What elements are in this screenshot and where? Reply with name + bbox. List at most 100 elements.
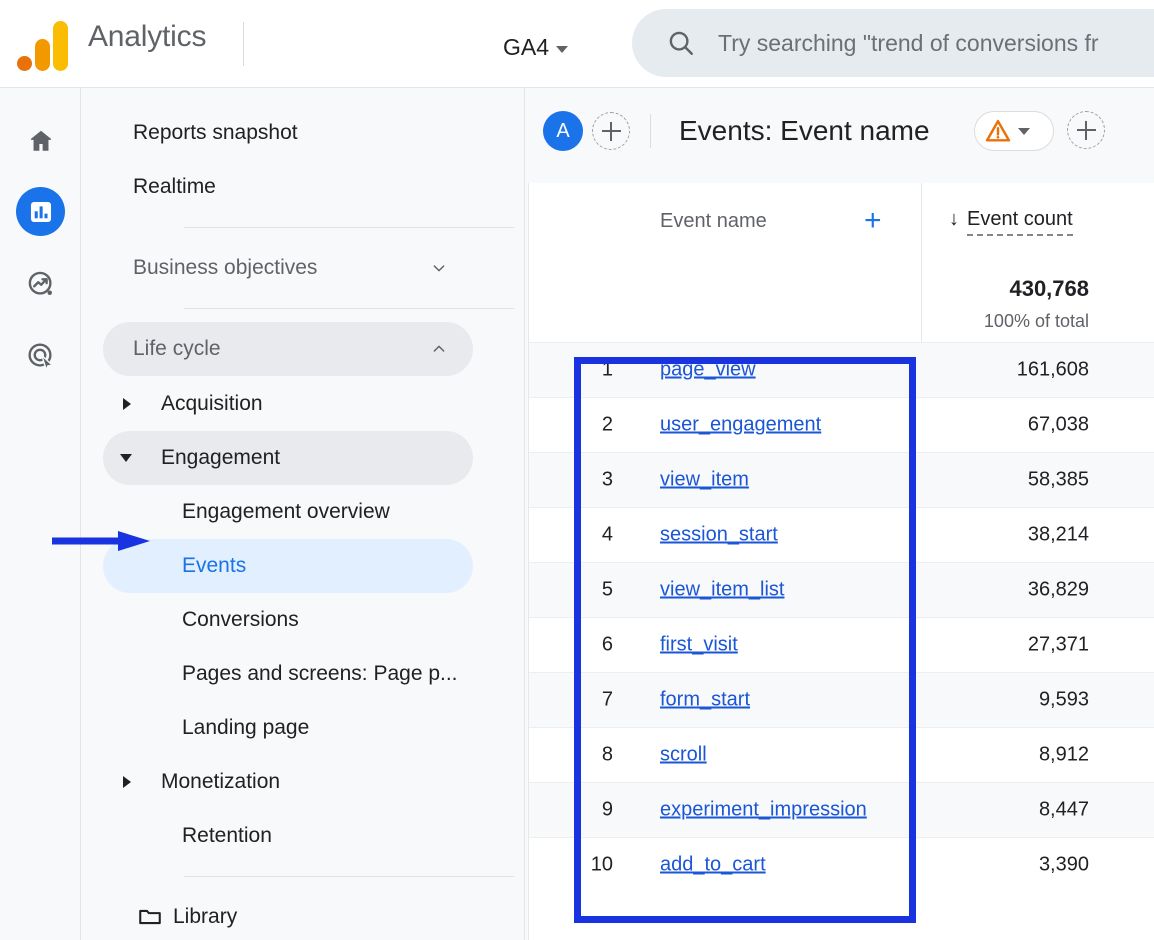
total-percent-note: 100% of total	[983, 311, 1089, 331]
event-name-link[interactable]: add_to_cart	[660, 854, 766, 877]
sidebar-item-label: Reports snapshot	[133, 121, 298, 144]
report-header: A Events: Event name	[525, 88, 1154, 183]
sidebar-separator	[184, 876, 514, 877]
data-warning-selector[interactable]	[974, 111, 1054, 151]
table-row[interactable]: 2 user_engagement 67,038	[529, 397, 1154, 452]
column-divider	[921, 183, 922, 266]
table-row[interactable]: 10 add_to_cart 3,390	[529, 837, 1154, 892]
triangle-right-icon	[123, 398, 131, 410]
advertising-icon	[27, 342, 54, 371]
sidebar-nav: Reports snapshot Realtime Business objec…	[81, 88, 525, 940]
column-header-event-count[interactable]: ↓ Event count	[949, 208, 1073, 236]
add-secondary-dimension-button[interactable]: +	[864, 206, 882, 236]
sidebar-item-engagement[interactable]: Engagement	[103, 431, 473, 485]
event-name-link[interactable]: view_item_list	[660, 579, 784, 602]
add-dimension-button[interactable]	[1067, 111, 1105, 149]
row-rank: 9	[601, 798, 613, 821]
table-row[interactable]: 7 form_start 9,593	[529, 672, 1154, 727]
sidebar-item-label: Library	[173, 905, 238, 928]
sidebar-item-retention[interactable]: Retention	[103, 809, 473, 863]
table-row[interactable]: 6 first_visit 27,371	[529, 617, 1154, 672]
sidebar-item-label: Landing page	[182, 716, 310, 739]
row-rank: 5	[601, 578, 613, 601]
triangle-right-icon	[123, 776, 131, 788]
row-rank: 1	[601, 358, 613, 381]
table-totals-row: 430,768 100% of total	[529, 266, 1154, 342]
explore-icon	[28, 271, 52, 295]
sidebar-item-conversions[interactable]: Conversions	[103, 593, 473, 647]
google-analytics-logo-icon	[14, 17, 70, 73]
sidebar-item-acquisition[interactable]: Acquisition	[103, 377, 473, 431]
column-header-label: Event count	[967, 208, 1073, 236]
sidebar-item-label: Monetization	[161, 770, 281, 793]
page-title: Events: Event name	[679, 115, 930, 146]
header-divider	[650, 114, 651, 148]
chevron-down-icon	[433, 265, 445, 272]
event-name-link[interactable]: first_visit	[660, 634, 738, 657]
chevron-down-icon	[1018, 127, 1030, 135]
event-name-link[interactable]: session_start	[660, 524, 778, 547]
event-name-link[interactable]: experiment_impression	[660, 799, 867, 822]
table-row[interactable]: 5 view_item_list 36,829	[529, 562, 1154, 617]
sidebar-item-label: Engagement	[161, 446, 281, 469]
sidebar-item-engagement-overview[interactable]: Engagement overview	[103, 485, 473, 539]
sidebar-item-label: Realtime	[133, 175, 216, 198]
sidebar-group-business-objectives[interactable]: Business objectives	[103, 241, 473, 295]
table-row[interactable]: 9 experiment_impression 8,447	[529, 782, 1154, 837]
total-value: 430,768	[1009, 276, 1089, 301]
search-bar[interactable]: Try searching "trend of conversions fr	[632, 9, 1154, 77]
event-count-value: 58,385	[1027, 468, 1089, 491]
row-rank: 3	[601, 468, 613, 491]
sidebar-item-realtime[interactable]: Realtime	[103, 160, 473, 214]
event-name-link[interactable]: form_start	[660, 689, 750, 712]
table-row[interactable]: 3 view_item 58,385	[529, 452, 1154, 507]
sidebar-item-events[interactable]: Events	[103, 539, 473, 593]
sidebar-item-label: Pages and screens: Page p...	[182, 662, 458, 685]
brand-divider	[243, 22, 244, 66]
sidebar-separator	[184, 308, 514, 309]
avatar[interactable]: A	[543, 111, 583, 151]
sidebar-item-label: Events	[182, 554, 247, 577]
warning-triangle-icon	[985, 119, 1011, 142]
sidebar-item-label: Conversions	[182, 608, 299, 631]
sidebar-group-life-cycle[interactable]: Life cycle	[103, 322, 473, 376]
search-icon	[669, 31, 693, 55]
event-name-link[interactable]: scroll	[660, 744, 707, 767]
plus-icon	[601, 121, 621, 141]
top-bar: Analytics GA4 Try searching "trend of co…	[0, 0, 1154, 88]
brand-title: Analytics	[88, 20, 207, 53]
sidebar-item-reports-snapshot[interactable]: Reports snapshot	[103, 106, 473, 160]
sidebar-item-library[interactable]: Library	[103, 890, 473, 940]
event-count-value: 67,038	[1027, 413, 1089, 436]
table-row[interactable]: 1 page_view 161,608	[529, 342, 1154, 397]
rail-item-explore[interactable]	[16, 259, 65, 308]
sidebar-item-landing-page[interactable]: Landing page	[103, 701, 473, 755]
rail-item-reports[interactable]	[16, 187, 65, 236]
events-table: Event name + ↓ Event count 430,768 100% …	[528, 183, 1154, 940]
chevron-up-icon	[433, 345, 445, 352]
add-comparison-button[interactable]	[592, 112, 630, 150]
table-row[interactable]: 8 scroll 8,912	[529, 727, 1154, 782]
table-row[interactable]: 4 session_start 38,214	[529, 507, 1154, 562]
rail-item-home[interactable]	[16, 116, 65, 165]
sidebar-item-monetization[interactable]: Monetization	[103, 755, 473, 809]
event-count-value: 3,390	[1038, 853, 1089, 876]
chevron-down-icon	[556, 46, 569, 53]
rail-item-advertising[interactable]	[16, 331, 65, 380]
event-name-link[interactable]: view_item	[660, 469, 749, 492]
main-content: A Events: Event name Event name + ↓ Even…	[525, 88, 1154, 940]
folder-icon	[139, 909, 161, 925]
sidebar-item-pages-and-screens[interactable]: Pages and screens: Page p...	[103, 647, 473, 701]
table-header-row: Event name + ↓ Event count	[529, 183, 1154, 266]
sidebar-item-label: Retention	[182, 824, 272, 847]
column-header-event-name: Event name	[660, 210, 767, 232]
plus-icon	[1076, 120, 1096, 140]
sidebar-item-label: Life cycle	[133, 337, 221, 360]
property-selector[interactable]: GA4	[503, 34, 569, 61]
analytics-app: Analytics GA4 Try searching "trend of co…	[0, 0, 1154, 940]
search-placeholder: Try searching "trend of conversions fr	[718, 29, 1099, 56]
icon-rail	[0, 88, 81, 940]
event-name-link[interactable]: user_engagement	[660, 414, 821, 437]
event-name-link[interactable]: page_view	[660, 359, 756, 382]
property-selector-label: GA4	[503, 34, 550, 60]
